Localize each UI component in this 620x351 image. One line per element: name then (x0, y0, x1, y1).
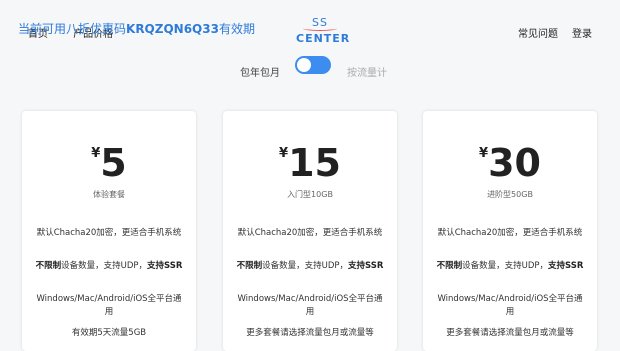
feature-text: 设备数量，支持UDP， (462, 261, 548, 271)
billing-toggle[interactable] (295, 56, 331, 74)
feature-bold-ssr: 支持SSR (147, 261, 183, 271)
promo-text-before: 当前可用八折优惠码 (18, 22, 127, 36)
feature-devices: 不限制设备数量，支持UDP，支持SSR (435, 260, 585, 273)
feature-encryption: 默认Chacha20加密，更适合手机系统 (36, 228, 182, 238)
plan-card[interactable]: ¥30 进阶型50GB 默认Chacha20加密，更适合手机系统 不限制设备数量… (423, 111, 597, 351)
promo-text-after: 有效期 (218, 22, 255, 36)
feature-bold-ssr: 支持SSR (348, 261, 384, 271)
feature-platforms: Windows/Mac/Android/iOS全平台通用 (237, 294, 383, 317)
plan-subtitle: 入门型10GB (287, 190, 333, 199)
feature-devices: 不限制设备数量，支持UDP，支持SSR (235, 260, 385, 273)
feature-devices: 不限制设备数量，支持UDP，支持SSR (34, 260, 184, 273)
promo-code: KRQZQN6Q33 (126, 22, 219, 36)
billing-toggle-row: 包年包月 按流量计 (0, 56, 620, 79)
feature-quota: 更多套餐请选择流量包月或流量等 (246, 328, 374, 338)
nav-login-link[interactable]: 登录 (572, 25, 592, 40)
plan-card[interactable]: ¥15 入门型10GB 默认Chacha20加密，更适合手机系统 不限制设备数量… (223, 111, 397, 351)
feature-quota: 更多套餐请选择流量包月或流量等 (446, 328, 574, 338)
feature-encryption: 默认Chacha20加密，更适合手机系统 (437, 228, 583, 238)
currency-symbol: ¥ (479, 146, 489, 161)
feature-text: 设备数量，支持UDP， (61, 261, 147, 271)
top-bar: 首页 产品价格 当前可用八折优惠码KRQZQN6Q33有效期 SS CENTER… (0, 0, 620, 55)
feature-bold: 不限制 (236, 261, 263, 271)
plan-subtitle: 体验套餐 (93, 190, 125, 199)
price-amount: 30 (488, 141, 541, 185)
plan-price: ¥15 (223, 144, 397, 182)
feature-bold: 不限制 (436, 261, 463, 271)
toggle-knob (297, 58, 311, 72)
feature-text: 设备数量，支持UDP， (262, 261, 348, 271)
feature-platforms: Windows/Mac/Android/iOS全平台通用 (437, 294, 583, 317)
logo-line2: CENTER (296, 32, 351, 45)
price-amount: 15 (288, 141, 341, 185)
currency-symbol: ¥ (91, 146, 101, 161)
plan-subtitle: 进阶型50GB (487, 190, 533, 199)
feature-bold-ssr: 支持SSR (548, 261, 584, 271)
logo[interactable]: SS CENTER (296, 17, 351, 45)
feature-platforms: Windows/Mac/Android/iOS全平台通用 (36, 294, 182, 317)
feature-bold: 不限制 (35, 261, 62, 271)
nav-faq-link[interactable]: 常见问题 (518, 25, 558, 40)
billing-monthly-label[interactable]: 包年包月 (240, 64, 280, 79)
billing-traffic-label[interactable]: 按流量计 (347, 64, 387, 79)
currency-symbol: ¥ (279, 146, 289, 161)
plan-price: ¥5 (22, 144, 196, 182)
plan-price: ¥30 (423, 144, 597, 182)
feature-quota: 有效期5天流量5GB (71, 328, 147, 338)
feature-encryption: 默认Chacha20加密，更适合手机系统 (237, 228, 383, 238)
promo-banner: 当前可用八折优惠码KRQZQN6Q33有效期 (18, 20, 255, 37)
price-amount: 5 (100, 141, 127, 185)
plan-card[interactable]: ¥5 体验套餐 默认Chacha20加密，更适合手机系统 不限制设备数量，支持U… (22, 111, 196, 351)
